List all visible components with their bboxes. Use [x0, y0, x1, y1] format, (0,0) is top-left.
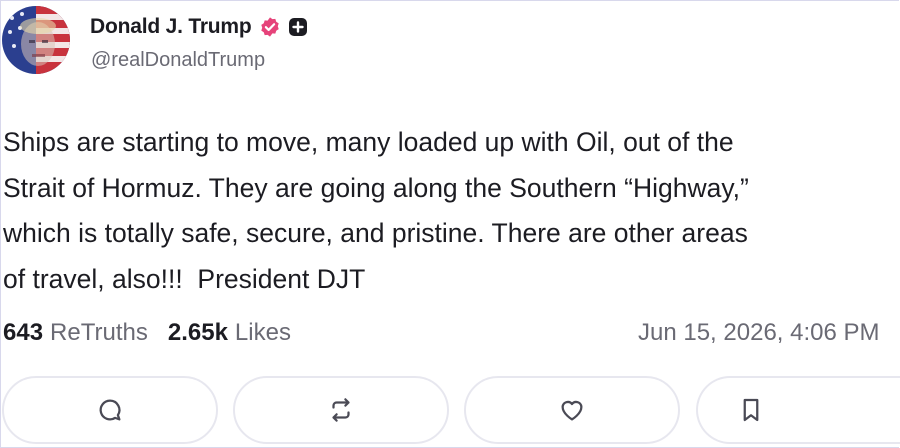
plus-badge-icon: [288, 17, 308, 37]
bookmark-button[interactable]: [696, 376, 900, 444]
post-text-line: Strait of Hormuz. They are going along t…: [3, 172, 749, 203]
post-body: Ships are starting to move, many loaded …: [3, 120, 893, 302]
post-text-line: which is totally safe, secure, and prist…: [3, 218, 748, 248]
retruth-icon: [332, 398, 350, 422]
avatar[interactable]: [2, 6, 70, 74]
retruths-label[interactable]: ReTruths: [50, 319, 148, 347]
post-text-line: of travel, also!!! President DJT: [3, 263, 366, 294]
likes-label[interactable]: Likes: [235, 319, 291, 347]
bookmark-icon: [743, 398, 759, 422]
display-name[interactable]: Donald J. Trump: [90, 15, 252, 39]
avatar-image: [2, 6, 70, 74]
like-icon: [561, 400, 583, 421]
post-text-line: Ships are starting to move, many loaded …: [3, 127, 734, 157]
retruths-count[interactable]: 643: [3, 319, 43, 347]
reply-icon: [99, 399, 121, 421]
user-handle[interactable]: @realDonaldTrump: [91, 49, 265, 72]
post-timestamp[interactable]: Jun 15, 2026, 4:06 PM: [638, 317, 880, 349]
like-button[interactable]: [464, 376, 680, 444]
likes-count[interactable]: 2.65k: [168, 319, 228, 347]
name-row: Donald J. Trump: [90, 13, 308, 41]
retruth-button[interactable]: [233, 376, 449, 444]
verified-badge-icon: [259, 16, 281, 38]
post-stats: 643 ReTruths 2.65k Likes: [3, 317, 291, 349]
reply-button[interactable]: [2, 376, 218, 444]
